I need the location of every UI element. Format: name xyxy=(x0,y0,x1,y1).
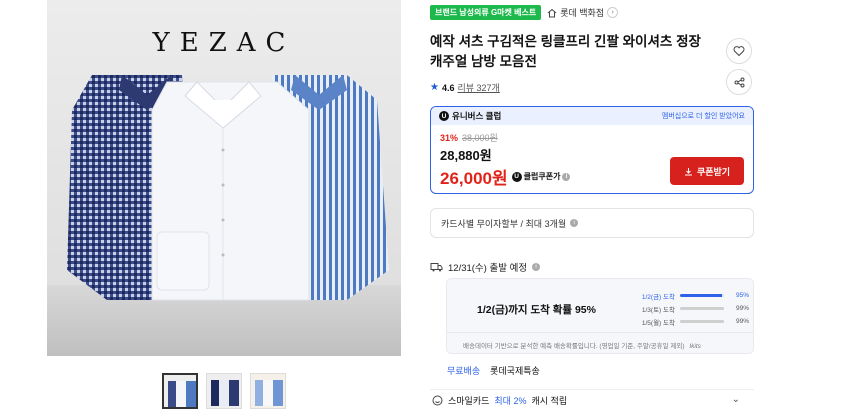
get-coupon-label: 쿠폰받기 xyxy=(696,166,731,177)
arrival-stat: 1/2(금) 도착 95% xyxy=(635,289,750,302)
club-price-box: U 유니버스 클럽 멤버십으로 더 할인 받았어요 31% 38,000원 28… xyxy=(430,106,754,194)
coupon-price-label: U 클럽쿠폰가 i xyxy=(511,171,571,182)
badge-row: 브랜드 남성의류 G마켓 베스트 롯데 백화점 › xyxy=(430,5,619,20)
thumbnail-list xyxy=(162,373,286,409)
arrival-stat-label: 1/3(토) 도착 xyxy=(641,306,675,314)
share-icon xyxy=(734,77,744,87)
store-link[interactable]: 롯데 백화점 › xyxy=(547,6,619,19)
arrival-stat-pct: 95% xyxy=(735,292,749,299)
truck-icon xyxy=(430,263,443,272)
shipping-row: 12/31(수) 출발 예정 i xyxy=(430,260,541,274)
review-link[interactable]: 리뷰 327개 xyxy=(457,81,499,94)
get-coupon-button[interactable]: 쿠폰받기 xyxy=(670,157,744,185)
club-header: U 유니버스 클럽 멤버십으로 더 할인 받았어요 xyxy=(431,107,753,125)
discount-rate: 31% xyxy=(440,133,459,143)
universe-club-icon: U xyxy=(439,111,449,121)
product-title: 예작 셔츠 구김적은 링클프리 긴팔 와이셔츠 정장 캐주얼 남방 모음전 xyxy=(430,34,701,69)
wishlist-button[interactable] xyxy=(726,38,752,64)
smile-card-highlight: 최대 2% xyxy=(494,396,527,406)
arrival-probability-box: 1/2(금)까지 도착 확률 95% 1/2(금) 도착 95% 1/3(토) … xyxy=(446,278,754,354)
arrival-stat-pct: 99% xyxy=(735,305,749,312)
heart-icon xyxy=(733,46,745,57)
delivery-row: 무료배송 롯데국제특송 xyxy=(447,364,540,377)
home-icon xyxy=(547,8,557,17)
rating-score: 4.6 xyxy=(441,82,455,93)
arrival-stat-pct: 99% xyxy=(735,318,749,325)
store-name: 롯데 백화점 xyxy=(560,8,605,18)
share-button[interactable] xyxy=(726,69,752,95)
info-icon[interactable]: i xyxy=(570,219,579,227)
arrival-stat-bar xyxy=(680,320,724,323)
arrival-stat: 1/3(토) 도착 99% xyxy=(635,302,750,315)
original-price: 38,000원 xyxy=(462,133,498,143)
chevron-right-icon: › xyxy=(607,7,619,18)
arrival-note: 배송데이터 기반으로 분석한 예측 배송확률입니다. (영업일 기준, 주말/공… xyxy=(463,340,701,350)
free-shipping: 무료배송 xyxy=(447,366,481,376)
depart-date: 12/31(수) 출발 예정 xyxy=(448,263,528,274)
arrival-note-text: 배송데이터 기반으로 분석한 예측 배송확률입니다. (영업일 기준, 주말/공… xyxy=(463,343,685,350)
club-name: U 유니버스 클럽 xyxy=(439,110,501,122)
carrier-name: 롯데국제특송 xyxy=(490,366,540,376)
product-main-image: YEZAC xyxy=(47,0,401,356)
arrival-stat-label: 1/2(금) 도착 xyxy=(641,293,675,301)
card-installment-text: 카드사별 무이자할부 / 최대 3개월 xyxy=(441,218,567,229)
brand-logo: YEZAC xyxy=(152,28,296,58)
thumbnail-1[interactable] xyxy=(162,373,198,409)
star-icon: ★ xyxy=(430,82,439,93)
thumbnail-3[interactable] xyxy=(250,373,286,409)
best-badge: 브랜드 남성의류 G마켓 베스트 xyxy=(430,5,542,20)
smile-card-row[interactable]: 스마일카드 최대 2% 캐시 적립 ⌄ xyxy=(430,389,754,411)
smile-icon xyxy=(432,395,443,406)
card-installment-row[interactable]: 카드사별 무이자할부 / 최대 3개월 i xyxy=(430,208,754,238)
rating-row: ★ 4.6 리뷰 327개 xyxy=(430,81,500,94)
divider xyxy=(447,332,753,333)
info-icon[interactable]: i xyxy=(532,263,541,271)
arrival-stat: 1/5(월) 도착 99% xyxy=(635,315,750,328)
smile-card-label: 스마일카드 xyxy=(448,396,490,406)
chevron-down-icon[interactable]: ⌄ xyxy=(732,394,740,405)
arrival-stat-bar xyxy=(680,307,724,310)
club-promo: 멤버십으로 더 할인 받았어요 xyxy=(661,113,745,120)
club-name-label: 유니버스 클럽 xyxy=(452,111,502,121)
ikits-logo: Ikits xyxy=(689,343,701,350)
arrival-headline: 1/2(금)까지 도착 확률 95% xyxy=(477,304,596,316)
coupon-price: 26,000원 xyxy=(440,169,508,188)
arrival-stats: 1/2(금) 도착 95% 1/3(토) 도착 99% 1/5(월) 도착 99… xyxy=(635,289,750,328)
info-icon[interactable]: i xyxy=(562,172,571,181)
coupon-price-text: 클럽쿠폰가 xyxy=(523,172,561,181)
universe-club-icon-small: U xyxy=(511,171,522,182)
arrival-stat-label: 1/5(월) 도착 xyxy=(641,319,675,327)
discount-row: 31% 38,000원 xyxy=(440,131,744,144)
arrival-stat-bar xyxy=(680,294,724,297)
smile-card-suffix: 캐시 적립 xyxy=(531,396,568,406)
thumbnail-2[interactable] xyxy=(206,373,242,409)
download-icon xyxy=(684,167,692,175)
